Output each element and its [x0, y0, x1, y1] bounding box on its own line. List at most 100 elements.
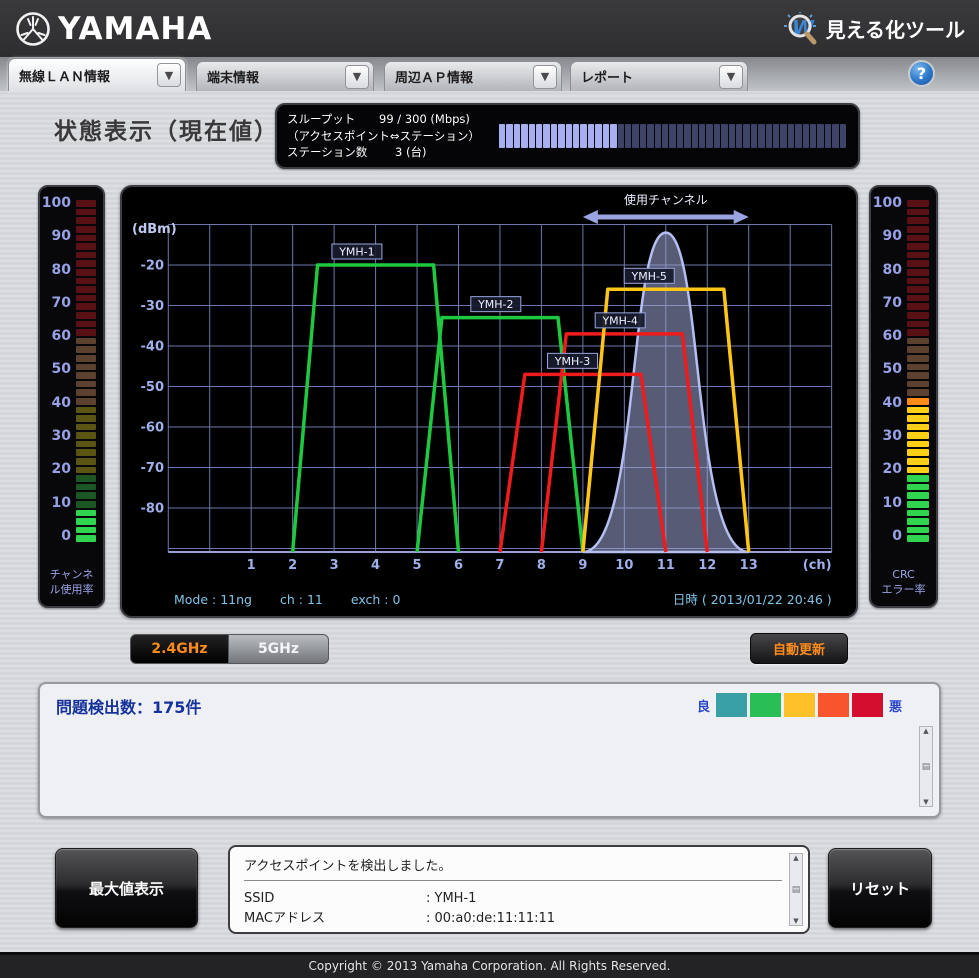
meter-segment — [76, 286, 96, 293]
throughput-segment — [595, 124, 602, 148]
scroll-thumb[interactable]: ▤ — [922, 762, 931, 772]
meter-segment — [76, 303, 96, 310]
scroll-up-icon[interactable]: ▲ — [923, 727, 928, 735]
meter-segment — [76, 509, 96, 517]
help-button[interactable]: ? — [908, 60, 935, 87]
throughput-segment — [528, 124, 536, 148]
meter-segment — [907, 294, 929, 302]
auto-update-button[interactable]: 自動更新 — [750, 633, 848, 664]
meter-segment — [76, 492, 96, 500]
max-value-button[interactable]: 最大値表示 — [55, 848, 198, 928]
spectrum-chart-panel: 使用チャンネル YMH-1 YMH-2 YMH-3 YMH-4 YMH-5 1 2 3 4 5 6 7 8… — [120, 185, 858, 618]
meter-segment — [907, 389, 929, 396]
throughput-segment — [765, 124, 773, 148]
meter-segment — [76, 372, 96, 379]
scroll-down-icon[interactable]: ▼ — [923, 798, 928, 806]
meter-segment — [76, 243, 96, 250]
throughput-segment — [691, 124, 698, 148]
band-2-4ghz-button[interactable]: 2.4GHz — [130, 634, 229, 664]
throughput-segment — [810, 124, 817, 148]
band-toggle: 2.4GHz 5GHz — [130, 634, 329, 664]
meter-scale-label: 70 — [51, 294, 71, 311]
meter-scale-label: 60 — [51, 328, 71, 345]
meter-segment — [76, 406, 96, 414]
throughput-segment — [839, 124, 847, 148]
message-scrollbar[interactable]: ▲ ▤ ▼ — [789, 853, 803, 926]
app-header: YAMAHA W 見える化ツール — [0, 0, 979, 57]
x-tick-label: 7 — [495, 558, 504, 573]
throughput-segment — [728, 124, 735, 148]
throughput-segment — [499, 124, 506, 148]
meter-segment — [907, 329, 929, 336]
x-tick-label: 4 — [371, 558, 380, 573]
chart-status-line: Mode : 11ng ch : 11 exch : 0 — [174, 592, 400, 607]
throughput-segment — [550, 124, 558, 148]
throughput-segment — [624, 124, 632, 148]
meter-segment — [907, 303, 929, 310]
meter-segment — [907, 251, 929, 259]
reset-button[interactable]: リセット — [828, 848, 932, 928]
problem-scrollbar[interactable]: ▲ ▤ ▼ — [919, 726, 933, 807]
scroll-up-icon[interactable]: ▲ — [793, 854, 798, 862]
y-tick-label: -20 — [141, 259, 165, 274]
meter-segment — [907, 415, 929, 422]
y-tick-label: -80 — [141, 502, 165, 517]
band-5ghz-button[interactable]: 5GHz — [229, 634, 329, 664]
meter-segment — [76, 217, 96, 225]
problem-count-title: 問題検出数：175件 — [56, 698, 202, 717]
meter-segment — [907, 449, 929, 457]
meter-segment — [907, 337, 929, 345]
meter-caption: チャンネ ル使用率 — [49, 568, 94, 597]
scroll-down-icon[interactable]: ▼ — [793, 917, 798, 925]
tab-label: 端末情報 — [207, 71, 260, 86]
meter-segment — [907, 501, 929, 508]
throughput-segment — [795, 124, 802, 148]
throughput-segment — [573, 124, 580, 148]
page-title: 状態表示（現在値） — [54, 119, 279, 145]
throughput-segment — [513, 124, 521, 148]
tab-nearby-ap-info[interactable]: 周辺ＡＰ情報 ▼ — [384, 61, 562, 91]
chevron-down-icon[interactable]: ▼ — [345, 64, 369, 89]
y-axis-unit: (dBm) — [132, 222, 177, 237]
arrow-right-head — [733, 210, 749, 224]
ssid-key: SSID — [244, 891, 275, 906]
meter-scale-label: 100 — [872, 195, 902, 211]
x-tick-label: 3 — [330, 558, 339, 573]
message-divider — [244, 880, 782, 881]
meter-scale-label: 30 — [51, 428, 71, 445]
tab-report[interactable]: レポート ▼ — [570, 61, 748, 91]
meter-scale-label: 40 — [882, 394, 902, 411]
throughput-segment — [713, 124, 721, 148]
meter-segment — [907, 483, 929, 491]
x-tick-label: 5 — [413, 558, 422, 573]
meter-segment — [907, 200, 929, 207]
meter-segment — [76, 329, 96, 336]
x-tick-label: 11 — [657, 558, 675, 573]
meter-segment — [76, 294, 96, 302]
meter-scale-label: 30 — [882, 428, 902, 445]
message-title: アクセスポイントを検出しました。 — [244, 859, 452, 874]
throughput-segment — [617, 124, 624, 148]
chevron-down-icon[interactable]: ▼ — [719, 64, 743, 89]
meter-segment — [76, 311, 96, 319]
meter-segment — [76, 415, 96, 422]
throughput-segment — [558, 124, 565, 148]
tab-terminal-info[interactable]: 端末情報 ▼ — [196, 61, 374, 91]
meter-segment — [76, 518, 96, 525]
scroll-thumb[interactable]: ▤ — [792, 885, 801, 895]
throughput-segment — [580, 124, 587, 148]
magnifier-logo-icon: W — [783, 11, 817, 44]
meter-segment — [907, 492, 929, 500]
x-tick-label: 6 — [454, 558, 463, 573]
chevron-down-icon[interactable]: ▼ — [533, 64, 557, 89]
meter-segment — [76, 380, 96, 388]
legend-color-swatch — [749, 693, 781, 717]
meter-segment — [76, 354, 96, 362]
message-entry-ssid: SSID : YMH-1 — [244, 889, 782, 909]
problem-table — [49, 726, 913, 807]
legend-good-label: 良 — [696, 699, 710, 715]
meter-segment — [907, 509, 929, 517]
meter-segment — [76, 234, 96, 242]
tab-wireless-lan-info[interactable]: 無線ＬＡＮ情報 ▼ — [8, 58, 186, 91]
chevron-down-icon[interactable]: ▼ — [157, 63, 181, 87]
